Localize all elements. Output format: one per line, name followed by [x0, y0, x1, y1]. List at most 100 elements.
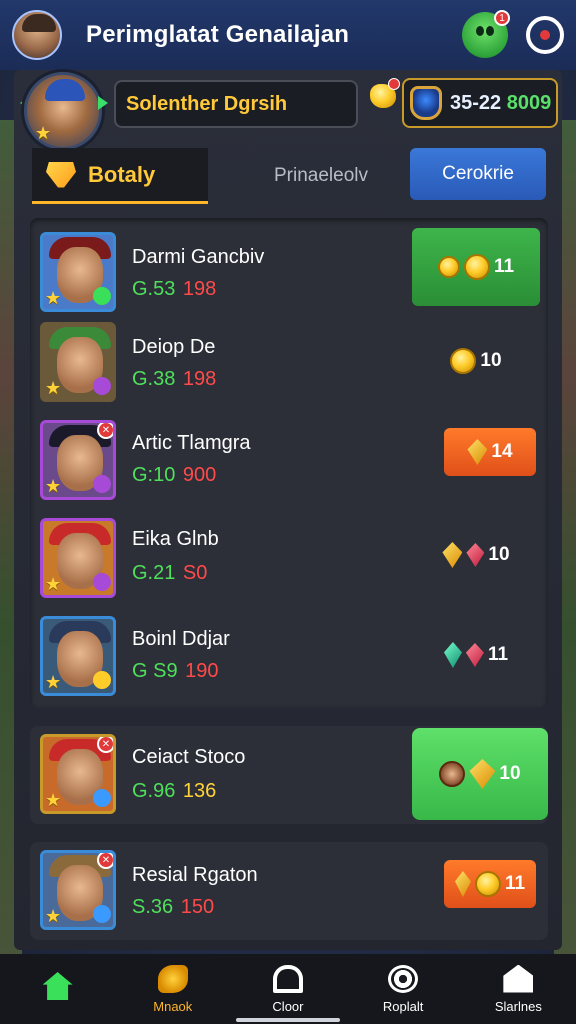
reward-amount: 11 [487, 644, 509, 665]
player-stats: G.96 136 [132, 780, 216, 803]
player-name: Darmi Gancbiv [132, 246, 265, 268]
list-item[interactable]: ★ Deiop De G.38 198 10 [30, 322, 548, 420]
top-bar: Perimglatat Genailajan 1 [0, 0, 576, 70]
tab-prinaeleolv[interactable]: Prinaeleolv [274, 148, 368, 204]
player-name: Deiop De [132, 336, 216, 358]
avatar: ★ [40, 322, 116, 402]
player-name-field[interactable]: Solenther Dgrsih [114, 80, 358, 128]
reward-button[interactable]: 11 [412, 616, 540, 694]
stat-b: 190 [185, 660, 219, 682]
badge-icon [93, 287, 111, 305]
player-name: Ceiact Stoco [132, 746, 246, 768]
nav-home[interactable] [8, 972, 108, 1006]
profile-avatar[interactable] [12, 10, 62, 60]
star-icon: ★ [45, 476, 62, 496]
stat-a: S.36 [132, 896, 174, 918]
list-item[interactable]: ★ ✕ Ceiact Stoco G.96 136 10 [30, 726, 548, 824]
badge-icon [93, 475, 111, 493]
cerokrie-button[interactable]: Cerokrie [410, 148, 546, 200]
stat-a: G S9 [132, 660, 178, 682]
settings-icon[interactable] [526, 16, 564, 54]
list-item[interactable]: ★ Darmi Gancbiv G.53 198 11 [30, 224, 548, 322]
market-icon [157, 964, 188, 993]
badge-icon [93, 377, 111, 395]
badge-icon [93, 789, 111, 807]
gem-icon [442, 542, 463, 568]
avatar: ★ ✕ [40, 420, 116, 500]
reward-button[interactable]: 11 [412, 228, 540, 306]
badge-icon [93, 905, 111, 923]
nav-roplalt[interactable]: Roplalt [353, 964, 453, 1014]
reward-button[interactable]: 10 [412, 322, 540, 400]
trophy-icon [46, 161, 76, 188]
avatar: ★ [40, 232, 116, 312]
nugget-alert-dot [388, 78, 400, 90]
player-name: Eika Glnb [132, 528, 219, 550]
door-icon [272, 964, 303, 993]
reward-button[interactable]: 10 [412, 516, 540, 594]
reward-amount: 10 [480, 350, 502, 371]
player-list: ★ Darmi Gancbiv G.53 198 11 ★ Deiop De G… [30, 218, 548, 708]
main-panel: ★ Solenther Dgrsih 35-22 8009 Botaly Pri… [14, 70, 562, 950]
tab-row: Botaly Prinaeleolv Cerokrie [14, 148, 562, 204]
gem-icon [454, 871, 471, 897]
stat-a: G.53 [132, 278, 176, 300]
stat-a: G.96 [132, 780, 176, 802]
stat-b: 198 [182, 368, 217, 390]
player-stats: G:10 900 [132, 464, 216, 487]
alert-badge: ✕ [97, 423, 113, 439]
nav-label: Roplalt [382, 998, 424, 1014]
emerald-icon [443, 642, 462, 668]
avatar: ★ [40, 616, 116, 696]
badge-icon [93, 671, 111, 689]
avatar: ★ ✕ [40, 850, 116, 930]
mascot-icon[interactable]: 1 [462, 10, 510, 58]
stat-b: 900 [182, 464, 217, 486]
list-item[interactable]: ★ ✕ Artic Tlamgra G:10 900 14 [30, 420, 548, 518]
list-item[interactable]: ★ Eika Glnb G.21 S0 10 [30, 516, 548, 614]
reward-button[interactable]: 14 [444, 428, 536, 476]
nav-label: Mnaok [153, 998, 193, 1014]
arrow-right-icon[interactable] [98, 96, 108, 110]
shield-icon [410, 86, 442, 120]
list-item[interactable]: ★ ✕ Resial Rgaton S.36 150 11 [30, 842, 548, 940]
player-name: Artic Tlamgra [132, 432, 251, 454]
home-indicator [236, 1018, 340, 1022]
gem-icon [467, 439, 488, 465]
nav-slarlnes[interactable]: Slarlnes [468, 964, 568, 1014]
nav-mnaok[interactable]: Mnaok [123, 964, 223, 1014]
stat-b: 198 [182, 278, 217, 300]
player-stats: G.53 198 [132, 278, 216, 301]
coin-icon [474, 871, 501, 897]
avatar: ★ ✕ [40, 734, 116, 814]
reward-button[interactable]: 10 [412, 728, 548, 820]
featured-card[interactable]: ★ ✕ Resial Rgaton S.36 150 11 [30, 842, 548, 940]
stable-icon [503, 964, 534, 993]
tab-label: Botaly [88, 161, 156, 187]
featured-card[interactable]: ★ ✕ Ceiact Stoco G.96 136 10 [30, 726, 548, 824]
alert-badge: ✕ [97, 853, 113, 869]
list-item[interactable]: ★ Boinl Ddjar G S9 190 11 [30, 612, 548, 710]
stat-a: G:10 [132, 464, 176, 486]
player-avatar[interactable]: ★ [24, 72, 102, 150]
star-icon: ★ [35, 123, 52, 143]
currency-display[interactable]: 35-22 8009 [402, 78, 558, 128]
star-icon: ★ [45, 672, 62, 692]
flower-icon [388, 964, 419, 993]
star-icon: ★ [45, 574, 62, 594]
reward-amount: 11 [493, 256, 515, 277]
bottom-nav: Mnaok Cloor Roplalt Slarlnes [0, 954, 576, 1024]
tab-botaly[interactable]: Botaly [32, 148, 208, 204]
currency-text: 35-22 8009 [450, 92, 551, 115]
character-icon [439, 761, 466, 787]
home-icon [42, 972, 73, 1000]
app-title: Perimglatat Genailajan [86, 21, 350, 48]
coin-icon [437, 256, 460, 278]
reward-button[interactable]: 11 [444, 860, 536, 908]
player-name: Resial Rgaton [132, 864, 258, 886]
reward-amount: 11 [504, 873, 526, 894]
player-row: ★ Solenther Dgrsih 35-22 8009 [14, 70, 562, 150]
reward-amount: 14 [491, 441, 513, 462]
nav-cloor[interactable]: Cloor [238, 964, 338, 1014]
stat-b: 136 [182, 780, 217, 802]
